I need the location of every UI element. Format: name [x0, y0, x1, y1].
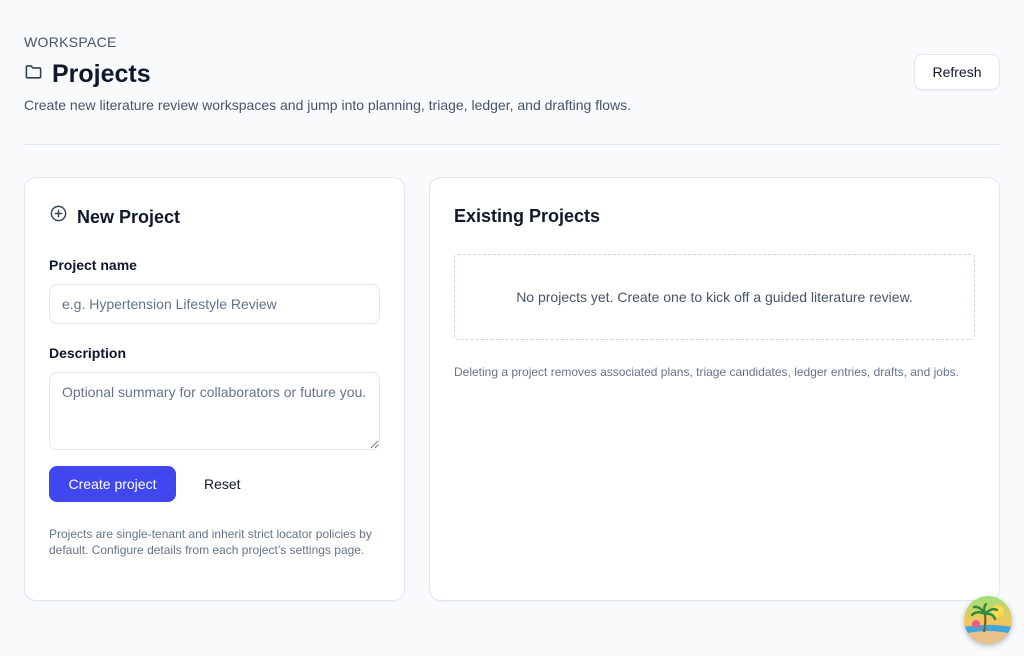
section-eyebrow: WORKSPACE — [24, 34, 117, 50]
project-name-label: Project name — [49, 257, 137, 273]
empty-state-message: No projects yet. Create one to kick off … — [516, 289, 913, 305]
projects-page: WORKSPACE Projects Create new literature… — [0, 0, 1024, 656]
existing-projects-card: Existing Projects No projects yet. Creat… — [429, 177, 1000, 601]
reset-button[interactable]: Reset — [188, 466, 257, 502]
form-actions: Create project Reset — [49, 466, 380, 502]
folder-icon — [24, 62, 43, 86]
page-title: Projects — [52, 60, 151, 88]
project-name-input[interactable] — [49, 284, 380, 324]
refresh-button[interactable]: Refresh — [914, 54, 1000, 90]
description-label: Description — [49, 345, 127, 361]
title-row: Projects — [24, 59, 1000, 89]
new-project-card: New Project Project name Description Cre… — [24, 177, 405, 601]
create-project-button[interactable]: Create project — [49, 466, 176, 502]
page-subtitle: Create new literature review workspaces … — [24, 97, 631, 113]
page-header: WORKSPACE Projects Create new literature… — [24, 0, 1000, 145]
new-project-help-text: Projects are single-tenant and inherit s… — [49, 527, 372, 557]
description-textarea[interactable] — [49, 372, 380, 450]
empty-state: No projects yet. Create one to kick off … — [454, 254, 975, 340]
delete-warning-note: Deleting a project removes associated pl… — [454, 365, 959, 379]
new-project-heading: New Project — [49, 204, 380, 229]
beach-avatar-icon[interactable] — [964, 596, 1012, 644]
plus-circle-icon — [49, 204, 68, 229]
existing-projects-title: Existing Projects — [454, 206, 601, 226]
new-project-title: New Project — [77, 206, 181, 227]
